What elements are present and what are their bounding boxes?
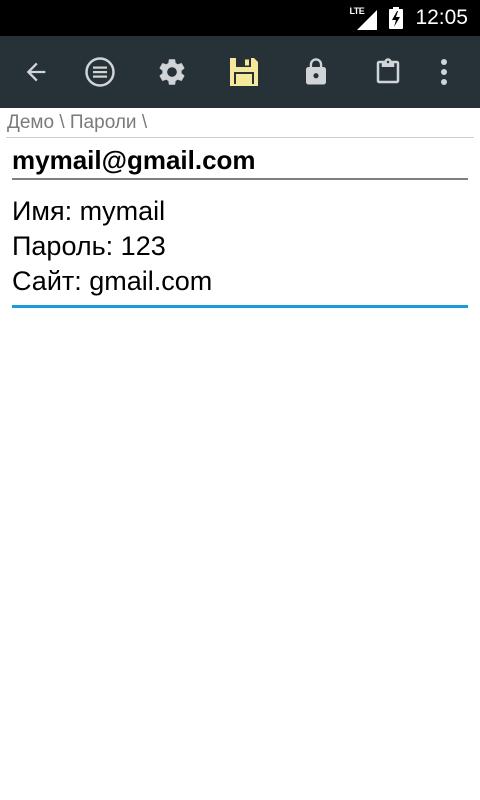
entry-body-field[interactable]: Имя: mymail Пароль: 123 Сайт: gmail.com [12, 194, 468, 308]
lock-icon [306, 58, 326, 85]
status-time: 12:05 [415, 6, 468, 29]
body-line-site: Сайт: gmail.com [12, 266, 213, 296]
gear-icon [159, 59, 185, 85]
breadcrumb: Демо \ Пароли \ [7, 112, 148, 133]
body-line-password: Пароль: 123 [12, 231, 166, 261]
action-toolbar [0, 36, 480, 108]
menu-button[interactable] [72, 36, 128, 108]
save-icon [230, 58, 258, 86]
lock-button[interactable] [288, 36, 344, 108]
entry-title-field[interactable]: mymail@gmail.com [12, 142, 468, 180]
battery-charging-icon [389, 7, 404, 29]
body-line-name: Имя: mymail [12, 196, 166, 226]
settings-button[interactable] [144, 36, 200, 108]
overflow-menu-icon [441, 59, 447, 85]
back-arrow-icon [26, 62, 46, 82]
lte-signal-icon: LTE [349, 6, 378, 30]
menu-circle-icon [85, 57, 115, 87]
back-button[interactable] [8, 36, 64, 108]
breadcrumb-divider [6, 137, 474, 138]
clipboard-button[interactable] [360, 36, 416, 108]
clipboard-icon [376, 58, 400, 84]
save-button[interactable] [216, 36, 272, 108]
overflow-menu-button[interactable] [418, 36, 470, 108]
status-bar: LTE 12:05 [0, 0, 480, 36]
